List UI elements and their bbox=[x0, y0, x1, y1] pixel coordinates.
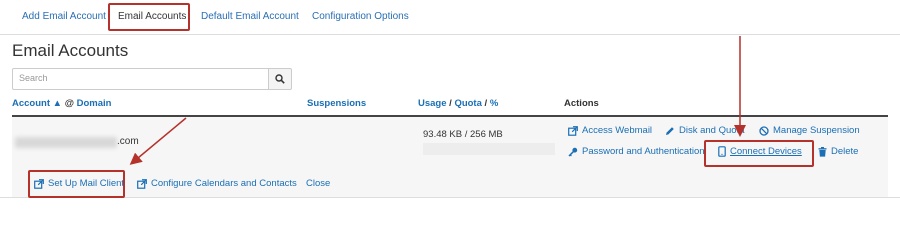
highlight-box-connect-devices bbox=[704, 140, 814, 167]
delete-link[interactable]: Delete bbox=[818, 146, 858, 157]
external-link-icon bbox=[137, 178, 147, 189]
account-domain: .com bbox=[117, 136, 139, 147]
tab-add-email-account[interactable]: Add Email Account bbox=[22, 11, 106, 22]
sort-asc-icon: ▲ bbox=[52, 98, 63, 109]
disk-and-quota-label: Disk and Quota bbox=[679, 125, 745, 136]
usage-progress-bar bbox=[423, 143, 555, 155]
header-usage[interactable]: Usage bbox=[418, 98, 447, 109]
redacted-username bbox=[15, 137, 117, 148]
header-slash: / bbox=[484, 98, 488, 109]
tab-configuration-options[interactable]: Configuration Options bbox=[312, 11, 409, 22]
key-icon bbox=[568, 147, 578, 157]
access-webmail-link[interactable]: Access Webmail bbox=[568, 125, 652, 136]
password-authentication-label: Password and Authentication bbox=[582, 146, 705, 157]
configure-calendars-label: Configure Calendars and Contacts bbox=[151, 178, 297, 189]
highlight-box-set-up-mail-client bbox=[28, 170, 125, 198]
close-label: Close bbox=[306, 178, 331, 189]
delete-label: Delete bbox=[831, 146, 859, 157]
header-suspensions[interactable]: Suspensions bbox=[307, 98, 366, 109]
search-input[interactable] bbox=[13, 69, 265, 87]
header-account[interactable]: Account bbox=[12, 98, 50, 109]
password-authentication-link[interactable]: Password and Authentication bbox=[568, 146, 705, 157]
usage-quota-text: 93.48 KB / 256 MB bbox=[423, 129, 503, 140]
disk-and-quota-link[interactable]: Disk and Quota bbox=[665, 125, 744, 136]
external-link-icon bbox=[568, 125, 578, 136]
header-quota[interactable]: Quota bbox=[454, 98, 481, 109]
configure-calendars-link[interactable]: Configure Calendars and Contacts bbox=[137, 178, 297, 189]
header-usage-quota: Usage / Quota / % bbox=[418, 98, 498, 109]
header-percent[interactable]: % bbox=[490, 98, 498, 109]
header-actions: Actions bbox=[564, 98, 599, 109]
pencil-icon bbox=[666, 126, 674, 135]
header-domain[interactable]: Domain bbox=[77, 98, 112, 109]
close-link[interactable]: Close bbox=[306, 178, 330, 189]
trash-icon bbox=[818, 146, 827, 157]
search-button[interactable] bbox=[268, 68, 292, 90]
access-webmail-label: Access Webmail bbox=[582, 125, 653, 136]
search-icon bbox=[275, 74, 285, 84]
manage-suspension-link[interactable]: Manage Suspension bbox=[759, 125, 860, 136]
search-field[interactable] bbox=[12, 68, 270, 90]
header-at: @ bbox=[64, 98, 74, 109]
highlight-box-email-accounts-tab bbox=[108, 3, 190, 31]
manage-suspension-label: Manage Suspension bbox=[773, 125, 860, 136]
row-divider bbox=[0, 197, 900, 198]
page-title: Email Accounts bbox=[12, 41, 129, 60]
tab-default-email-account[interactable]: Default Email Account bbox=[201, 11, 299, 22]
ban-icon bbox=[759, 125, 769, 136]
header-slash: / bbox=[449, 98, 452, 109]
header-account-domain[interactable]: Account ▲ @ Domain bbox=[12, 98, 111, 109]
